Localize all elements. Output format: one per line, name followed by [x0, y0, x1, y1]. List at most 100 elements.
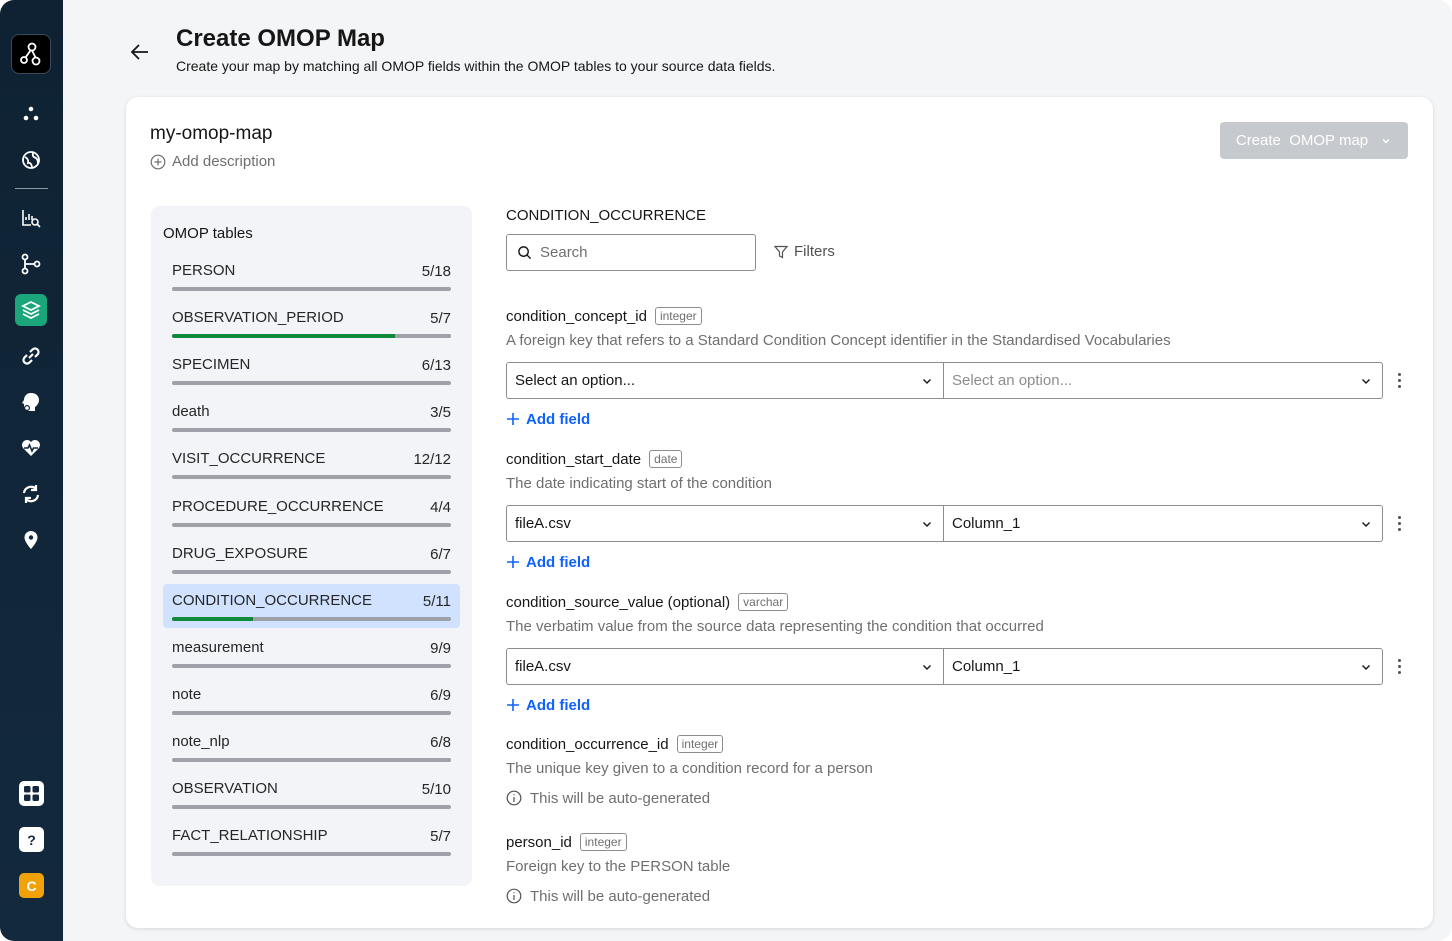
table-mapped-count: 4/4 [430, 498, 451, 516]
table-mapped-count: 6/13 [421, 357, 451, 375]
omop-table-row[interactable]: CONDITION_OCCURRENCE 5/11 [163, 583, 460, 628]
source-column-select[interactable]: Column_1 [944, 648, 1383, 685]
omop-table-row[interactable]: note_nlp 6/8 [163, 725, 460, 769]
omop-table-row[interactable]: OBSERVATION 5/10 [163, 772, 460, 816]
add-field-button[interactable]: Add field [506, 695, 1406, 715]
field-name: condition_concept_id [506, 307, 647, 325]
source-file-value: fileA.csv [515, 515, 571, 532]
table-progress-bar [172, 475, 451, 480]
omop-table-row[interactable]: FACT_RELATIONSHIP 5/7 [163, 819, 460, 863]
create-omop-map-button[interactable]: Create OMOP map [1220, 122, 1408, 159]
table-progress-bar [172, 758, 451, 762]
table-progress-bar [172, 522, 451, 527]
table-mapped-count: 6/7 [430, 545, 451, 563]
plus-icon [507, 413, 519, 425]
field-mapping-row: fileA.csv Column_1 [506, 505, 1401, 542]
omop-table-row[interactable]: SPECIMEN 6/13 [163, 348, 460, 392]
omop-table-row[interactable]: DRUG_EXPOSURE 6/7 [163, 537, 460, 581]
map-name[interactable]: my-omop-map [150, 123, 272, 145]
source-file-select[interactable]: fileA.csv [506, 505, 944, 542]
page-title: Create OMOP Map [176, 25, 385, 52]
table-progress-bar [172, 287, 451, 291]
table-name: CONDITION_OCCURRENCE [172, 591, 373, 609]
omop-table-row[interactable]: OBSERVATION_PERIOD 5/7 [163, 301, 460, 345]
apps-grid-icon[interactable] [19, 781, 44, 806]
info-icon [506, 888, 522, 904]
field-type-badge: integer [579, 833, 627, 851]
sync-icon[interactable] [15, 478, 47, 510]
help-icon[interactable]: ? [19, 827, 44, 852]
map-card: my-omop-map Add description Create OMOP … [126, 97, 1433, 928]
table-name: DRUG_EXPOSURE [172, 544, 308, 562]
omop-table-row[interactable]: note 6/9 [163, 678, 460, 722]
field-header: person_id integer [506, 831, 1406, 853]
globe-icon[interactable] [15, 144, 47, 176]
table-progress-bar [172, 569, 451, 574]
layers-icon[interactable] [15, 294, 47, 326]
table-progress-fill [172, 616, 253, 621]
page-subtitle: Create your map by matching all OMOP fie… [176, 58, 776, 74]
search-box[interactable] [506, 234, 756, 271]
add-field-button[interactable]: Add field [506, 409, 1406, 429]
overflow-menu-icon[interactable] [1394, 513, 1404, 533]
source-column-select[interactable]: Column_1 [944, 505, 1383, 542]
add-field-label: Add field [526, 553, 591, 571]
nav-divider [15, 188, 48, 189]
back-button[interactable] [128, 40, 152, 64]
location-pin-icon[interactable] [15, 524, 47, 556]
app-frame: ? C Create OMOP Map Create your map by m… [0, 0, 1452, 941]
table-mapped-count: 6/8 [430, 734, 451, 751]
help-glyph: ? [27, 831, 36, 848]
search-input[interactable] [540, 244, 740, 261]
data-explore-icon[interactable] [15, 202, 47, 234]
chevron-down-icon [1362, 664, 1370, 670]
field-mapping-row: Select an option... Select an option... [506, 362, 1401, 399]
plus-icon [507, 699, 519, 711]
omop-table-row[interactable]: death 3/5 [163, 395, 460, 439]
omop-field: person_id integer Foreign key to the PERSO… [506, 831, 1406, 906]
sidebar: ? C [0, 0, 63, 941]
omop-field: condition_concept_id integer A foreign key… [506, 305, 1406, 429]
table-progress-bar [172, 381, 451, 386]
omop-table-row[interactable]: VISIT_OCCURRENCE 12/12 [163, 442, 460, 486]
source-file-select[interactable]: fileA.csv [506, 648, 944, 685]
health-icon[interactable] [15, 432, 47, 464]
add-field-button[interactable]: Add field [506, 552, 1406, 572]
add-description-link[interactable]: Add description [150, 153, 275, 170]
search-icon [518, 246, 532, 260]
omop-tables-panel: OMOP tables PERSON 5/18 OBSERVATION_PERIOD… [151, 206, 472, 886]
omop-table-row[interactable]: PROCEDURE_OCCURRENCE 4/4 [163, 490, 460, 534]
field-header: condition_occurrence_id integer [506, 733, 1406, 755]
source-column-value: Column_1 [952, 658, 1021, 675]
field-header: condition_concept_id integer [506, 305, 1406, 327]
chevron-down-icon [923, 521, 931, 527]
table-name: PROCEDURE_OCCURRENCE [172, 497, 384, 515]
source-column-select[interactable]: Select an option... [944, 362, 1383, 399]
table-progress-bar [172, 805, 451, 810]
section-title: CONDITION_OCCURRENCE [506, 207, 707, 224]
app-logo[interactable] [11, 34, 51, 74]
table-mapped-count: 5/7 [430, 828, 451, 846]
field-description: The date indicating start of the conditi… [506, 475, 773, 492]
table-progress-bar [172, 428, 451, 433]
table-progress-bar [172, 616, 451, 621]
plus-icon [507, 556, 519, 568]
add-field-label: Add field [526, 696, 591, 714]
overflow-menu-icon[interactable] [1394, 656, 1404, 676]
link-icon[interactable] [15, 340, 47, 372]
omop-table-row[interactable]: PERSON 5/18 [163, 254, 460, 298]
ai-head-icon[interactable] [15, 386, 47, 418]
chevron-down-icon [1382, 138, 1390, 144]
user-avatar[interactable]: C [19, 873, 44, 898]
table-mapped-count: 5/7 [430, 310, 451, 328]
omop-field: condition_start_date date The date indicat… [506, 448, 1406, 572]
field-mapping-row: fileA.csv Column_1 [506, 648, 1401, 685]
chevron-down-icon [1362, 521, 1370, 527]
source-file-select[interactable]: Select an option... [506, 362, 944, 399]
pipeline-icon[interactable] [15, 248, 47, 280]
omop-table-row[interactable]: measurement 9/9 [163, 631, 460, 675]
table-progress-bar [172, 334, 451, 339]
overflow-menu-icon[interactable] [1394, 370, 1404, 390]
cluster-icon[interactable] [15, 98, 47, 130]
filters-button[interactable]: Filters [774, 243, 835, 260]
